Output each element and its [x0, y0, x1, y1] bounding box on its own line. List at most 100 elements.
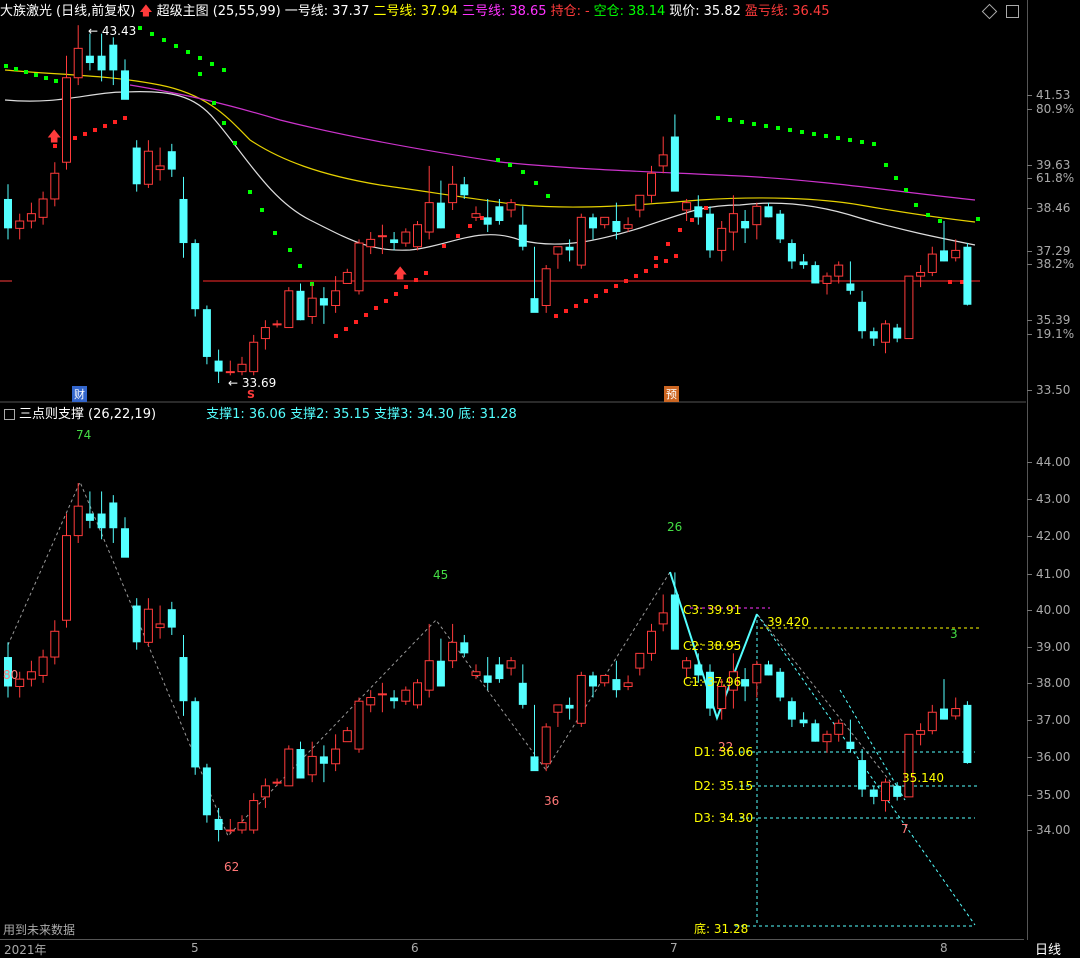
- stop-dot: [894, 176, 898, 180]
- xtick-7: 7: [670, 941, 678, 955]
- stop-dot: [614, 284, 618, 288]
- candle-body: [811, 265, 820, 284]
- candle-body: [553, 246, 563, 255]
- ytick-top: 38.46: [1036, 201, 1071, 215]
- ytick-mark: [1027, 264, 1032, 265]
- xtick-6: 6: [411, 941, 419, 955]
- zigzag-lines: [7, 480, 976, 926]
- candle-body: [940, 250, 948, 262]
- candlestick-chart[interactable]: [0, 0, 1026, 940]
- candle-body: [97, 513, 106, 529]
- ytick-mark: [1027, 830, 1032, 831]
- candle-body: [565, 246, 574, 251]
- ytick-mark: [1027, 390, 1032, 391]
- candle-body: [483, 217, 492, 225]
- ytick-bottom: 39.00: [1036, 640, 1071, 654]
- candle-body: [307, 755, 317, 776]
- stop-dot: [521, 170, 525, 174]
- period-tab[interactable]: 日线: [1035, 939, 1061, 958]
- d1-label: D1: 36.06: [694, 745, 754, 759]
- candle-body: [50, 630, 60, 658]
- candle-body: [916, 730, 926, 735]
- candle-body: [951, 249, 961, 259]
- candle-body: [377, 693, 387, 696]
- peak-arrow-label: ← 43.43: [88, 24, 137, 38]
- d2-label: D2: 35.15: [694, 779, 754, 793]
- stop-dot: [73, 136, 77, 140]
- value-39420: 39.420: [767, 615, 809, 629]
- ytick-mark: [1027, 795, 1032, 796]
- ytick-bottom: 34.00: [1036, 823, 1071, 837]
- candle-body: [506, 202, 516, 211]
- candle-body: [225, 371, 235, 374]
- candle-body: [530, 756, 539, 772]
- ytick-bottom: 38.00: [1036, 676, 1071, 690]
- candle-body: [635, 194, 645, 211]
- candle-body: [623, 682, 633, 687]
- stop-dot: [468, 224, 472, 228]
- ytick-top: 39.63: [1036, 158, 1071, 172]
- ytick-bottom: 41.00: [1036, 567, 1071, 581]
- stop-dot: [812, 132, 816, 136]
- stop-dot: [123, 116, 127, 120]
- ytick-top: 37.29: [1036, 244, 1071, 258]
- stop-dot: [198, 56, 202, 60]
- stop-dot: [926, 213, 930, 217]
- ytick-mark: [1027, 647, 1032, 648]
- tag-yu[interactable]: 预: [664, 386, 679, 402]
- candle-body: [916, 271, 926, 277]
- stop-dot: [594, 294, 598, 298]
- wave-count-45: 45: [433, 568, 449, 582]
- candle-body: [717, 227, 727, 251]
- tag-cai[interactable]: 财: [72, 386, 87, 402]
- stop-dot: [554, 314, 558, 318]
- candle-body: [167, 151, 176, 170]
- candle-body: [728, 213, 738, 233]
- candle-body: [506, 660, 516, 669]
- stop-dot: [914, 203, 918, 207]
- candle-body: [424, 660, 434, 691]
- stop-dot: [752, 122, 756, 126]
- stop-dot: [54, 79, 58, 83]
- stop-dot: [644, 269, 648, 273]
- stop-dot: [674, 254, 678, 258]
- candle-body: [73, 505, 83, 537]
- candle-body: [249, 800, 259, 831]
- candle-body: [4, 198, 12, 229]
- candle-body: [694, 206, 703, 218]
- value-35140: 35.140: [902, 771, 944, 785]
- candle-body: [390, 697, 399, 702]
- stop-dot: [24, 70, 28, 74]
- candle-body: [869, 331, 878, 339]
- ytick-bottom: 37.00: [1036, 713, 1071, 727]
- ytick-bottom: 43.00: [1036, 492, 1071, 506]
- stop-dot: [103, 124, 107, 128]
- candle-body: [963, 704, 972, 764]
- candle-body: [296, 749, 305, 779]
- stop-dot: [584, 299, 588, 303]
- candle-body: [776, 671, 785, 698]
- stop-dot: [222, 68, 226, 72]
- candle-body: [214, 360, 223, 372]
- d3-label: D3: 34.30: [694, 811, 754, 825]
- stop-dot: [764, 124, 768, 128]
- bottom-candles: [4, 482, 972, 842]
- candle-body: [179, 198, 188, 244]
- stop-dot: [604, 289, 608, 293]
- candle-body: [342, 730, 352, 743]
- candle-body: [858, 301, 867, 332]
- candle-body: [600, 674, 610, 684]
- red-dots: [53, 116, 964, 338]
- candle-body: [167, 609, 176, 628]
- candle-body: [331, 290, 341, 307]
- stop-dot: [384, 299, 388, 303]
- candle-body: [38, 656, 48, 676]
- candle-body: [834, 264, 844, 277]
- candle-body: [436, 660, 445, 687]
- candle-body: [73, 47, 83, 79]
- candle-body: [927, 253, 937, 273]
- ytick-mark: [1027, 757, 1032, 758]
- candle-body: [26, 671, 36, 680]
- stop-dot: [716, 116, 720, 120]
- stop-dot: [83, 132, 87, 136]
